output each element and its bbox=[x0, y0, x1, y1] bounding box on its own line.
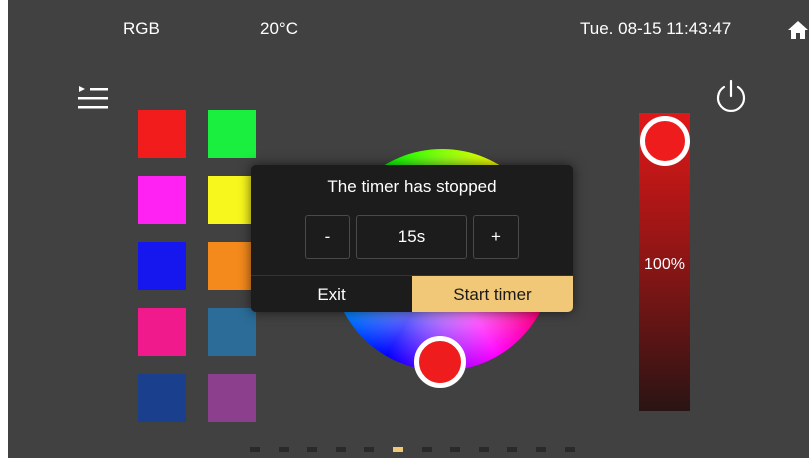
power-icon[interactable] bbox=[712, 78, 750, 116]
status-bar: RGB 20°C Tue. 08-15 11:43:47 bbox=[8, 0, 809, 52]
page-dot[interactable] bbox=[450, 447, 461, 452]
timer-dialog: The timer has stopped - 15s + Exit Start… bbox=[251, 165, 573, 312]
increment-button[interactable]: + bbox=[473, 215, 519, 259]
page-dot[interactable] bbox=[536, 447, 546, 452]
swatch-pink[interactable] bbox=[138, 308, 186, 356]
swatch-red[interactable] bbox=[138, 110, 186, 158]
page-dot[interactable] bbox=[421, 447, 432, 452]
page-dot-active[interactable] bbox=[393, 447, 403, 452]
color-wheel-knob[interactable] bbox=[414, 336, 466, 388]
timer-value-field[interactable]: 15s bbox=[356, 215, 467, 259]
mode-label: RGB bbox=[123, 19, 160, 38]
page-dot[interactable] bbox=[364, 447, 375, 452]
screen: RGB 20°C Tue. 08-15 11:43:47 100% The ti… bbox=[8, 0, 809, 458]
dialog-title: The timer has stopped bbox=[327, 177, 497, 196]
swatch-magenta[interactable] bbox=[138, 176, 186, 224]
swatch-orange[interactable] bbox=[208, 242, 256, 290]
brightness-label: 100% bbox=[644, 256, 685, 273]
exit-button[interactable]: Exit bbox=[251, 276, 412, 312]
page-dot[interactable] bbox=[335, 447, 346, 452]
page-dot[interactable] bbox=[278, 447, 289, 452]
page-dot[interactable] bbox=[564, 447, 575, 452]
page-dot[interactable] bbox=[507, 447, 518, 452]
swatch-green[interactable] bbox=[208, 110, 256, 158]
swatch-navy[interactable] bbox=[138, 374, 186, 422]
brightness-slider-knob[interactable] bbox=[640, 116, 690, 166]
swatch-steel-blue[interactable] bbox=[208, 308, 256, 356]
page-dot[interactable] bbox=[478, 447, 489, 452]
swatch-blue[interactable] bbox=[138, 242, 186, 290]
temperature-label: 20°C bbox=[260, 19, 298, 38]
page-indicator bbox=[250, 447, 580, 453]
page-dot[interactable] bbox=[250, 447, 260, 452]
page-dot[interactable] bbox=[307, 447, 318, 452]
home-icon[interactable] bbox=[787, 20, 809, 40]
decrement-button[interactable]: - bbox=[305, 215, 350, 259]
swatch-purple[interactable] bbox=[208, 374, 256, 422]
menu-icon[interactable] bbox=[76, 84, 110, 112]
datetime-label: Tue. 08-15 11:43:47 bbox=[580, 19, 732, 38]
dialog-actions: Exit Start timer bbox=[251, 275, 573, 312]
start-timer-button[interactable]: Start timer bbox=[412, 276, 573, 312]
swatch-yellow[interactable] bbox=[208, 176, 256, 224]
